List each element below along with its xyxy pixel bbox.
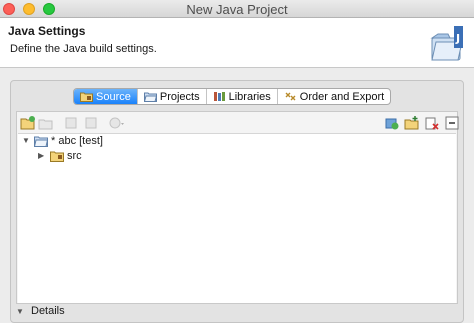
tab-projects[interactable]: Projects [138,89,207,104]
package-folder-icon [50,151,64,162]
window-titlebar: New Java Project [0,0,474,18]
project-folder-icon [34,136,48,147]
svg-text:J: J [455,32,460,45]
collapsed-triangle-icon[interactable]: ▶ [38,151,47,160]
projects-icon [143,92,157,102]
tab-projects-label: Projects [159,90,200,103]
source-toolbar [18,113,459,133]
tab-source-label: Source [96,90,131,103]
tab-source[interactable]: Source [74,89,138,104]
java-project-wizard-icon: J [430,26,463,61]
libraries-icon [213,92,225,101]
link-resources-icon[interactable] [384,115,400,131]
edit-icon [65,117,77,129]
source-folder-tree [18,133,456,303]
settings-tabs: Source Projects Libraries Order and Expo… [73,88,392,105]
tab-order-and-export[interactable]: Order and Export [278,89,390,104]
tree-item-src-label: src [67,149,82,162]
expand-triangle-icon[interactable]: ▼ [22,136,31,145]
wizard-banner: Java Settings Define the Java build sett… [0,18,474,68]
window-title: New Java Project [186,2,288,17]
page-title: Java Settings [8,24,86,38]
configure-icon [109,117,124,129]
details-label: Details [31,305,65,317]
details-section[interactable]: ▼ Details [16,305,65,317]
tree-item-src[interactable]: ▶ src [38,148,82,163]
page-description: Define the Java build settings. [10,43,157,55]
tab-libraries[interactable]: Libraries [207,89,278,104]
tab-order-and-export-label: Order and Export [299,90,385,103]
tree-item-project[interactable]: ▼ * abc [test] [22,133,103,148]
remove-folder-icon[interactable] [424,115,440,131]
order-export-icon [285,92,296,101]
add-source-folder-icon[interactable] [20,115,36,131]
source-folder-icon [80,92,93,102]
tab-libraries-label: Libraries [228,90,271,103]
add-folder-icon[interactable] [404,115,420,131]
collapse-all-icon[interactable] [444,115,460,131]
remove-icon [85,117,97,129]
details-toggle-icon[interactable]: ▼ [16,307,25,316]
link-source-icon [38,119,53,130]
tree-item-project-label: * abc [test] [51,134,103,147]
